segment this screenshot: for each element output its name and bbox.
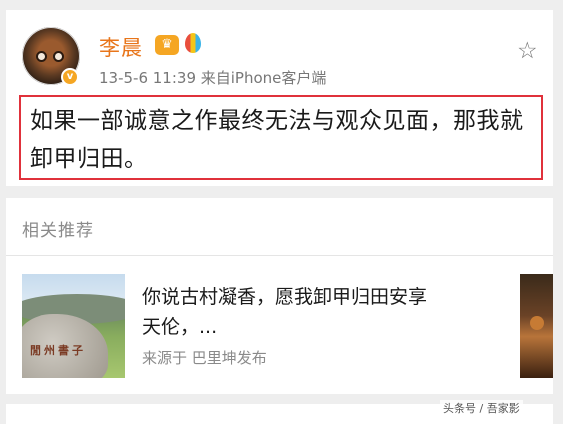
recommendation-source: 来源于 巴里坤发布 [142, 349, 267, 367]
weibo-post-card: v 李晨 ♛ 13-5-6 11:39 来自iPhone客户端 ☆ 如果一部诚意… [6, 10, 553, 186]
thumbnail-rock: 閒州書子 [22, 314, 108, 378]
avatar-eye-right [53, 51, 64, 62]
recommendation-thumbnail[interactable]: 閒州書子 [22, 274, 125, 378]
avatar-eye-left [36, 51, 47, 62]
thumbnail-figure [530, 316, 544, 330]
post-text: 如果一部诚意之作最终无法与观众见面，那我就卸甲归田。 [30, 108, 524, 172]
related-title: 相关推荐 [22, 221, 94, 241]
post-meta: 13-5-6 11:39 来自iPhone客户端 [99, 69, 327, 87]
balloon-badge-icon[interactable] [185, 33, 201, 53]
next-recommendation-thumbnail[interactable] [520, 274, 553, 378]
related-recommendations-card: 相关推荐 閒州書子 你说古村凝香，愿我卸甲归田安享天伦，... 来源于 巴里坤发… [6, 198, 553, 394]
recommendation-text[interactable]: 你说古村凝香，愿我卸甲归田安享天伦，... [142, 282, 442, 342]
crown-badge-icon[interactable]: ♛ [155, 35, 179, 55]
star-icon[interactable]: ☆ [517, 40, 538, 63]
username[interactable]: 李晨 [99, 32, 143, 62]
divider [6, 255, 553, 256]
watermark: 头条号 / 吾家影 [440, 400, 523, 416]
thumbnail-rock-caption: 閒州書子 [30, 344, 86, 357]
verified-badge-icon: v [61, 68, 79, 86]
